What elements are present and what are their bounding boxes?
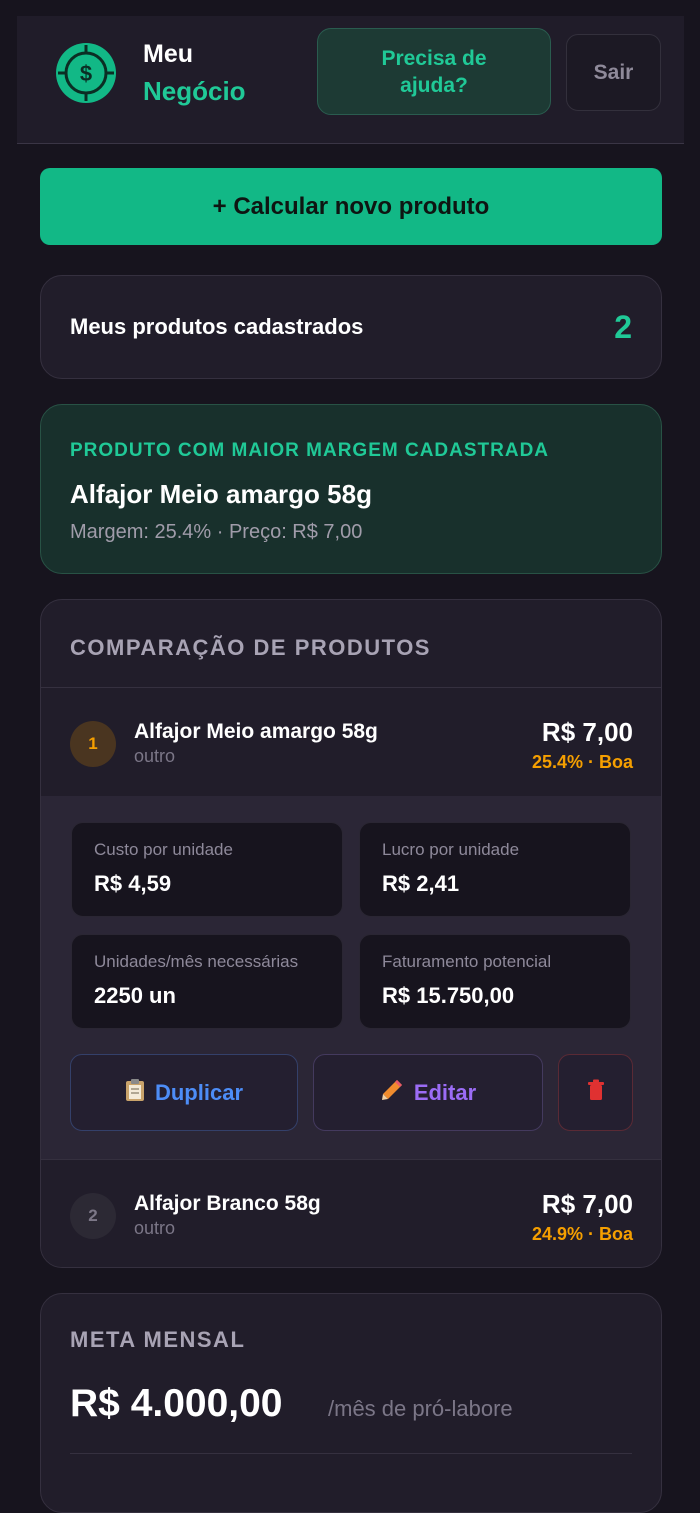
rank-badge: 2 bbox=[70, 1193, 116, 1239]
svg-text:$: $ bbox=[80, 61, 92, 86]
duplicate-label: Duplicar bbox=[154, 1079, 244, 1105]
stat-label: Lucro por unidade bbox=[382, 840, 520, 859]
divider bbox=[70, 1453, 632, 1454]
product-margin: 25.4% · Boa bbox=[531, 752, 633, 772]
brand-name: Meu bbox=[143, 40, 193, 68]
product-category: outro bbox=[134, 746, 176, 766]
product-details-panel: Custo por unidade R$ 4,59 Lucro por unid… bbox=[41, 796, 661, 1159]
stat-cost-per-unit: Custo por unidade R$ 4,59 bbox=[71, 822, 343, 917]
product-category: outro bbox=[134, 1218, 176, 1238]
products-count-label: Meus produtos cadastrados bbox=[70, 314, 364, 339]
best-margin-kicker: PRODUTO COM MAIOR MARGEM CADASTRADA bbox=[70, 440, 550, 461]
monthly-goal-title: META MENSAL bbox=[70, 1327, 246, 1352]
trash-icon bbox=[587, 1079, 605, 1107]
monthly-goal-card: META MENSAL R$ 4.000,00 /mês de pró-labo… bbox=[40, 1293, 662, 1513]
product-name: Alfajor Meio amargo 58g bbox=[134, 720, 378, 743]
app-header: $ Meu Negócio Precisa de ajuda? Sair bbox=[17, 16, 684, 144]
product-row-2[interactable]: 2 Alfajor Branco 58g outro R$ 7,00 24.9%… bbox=[41, 1159, 661, 1267]
stat-label: Unidades/mês necessárias bbox=[94, 952, 299, 971]
stat-label: Faturamento potencial bbox=[382, 952, 552, 971]
stat-units-per-month: Unidades/mês necessárias 2250 un bbox=[71, 934, 343, 1029]
products-count-value: 2 bbox=[614, 309, 632, 345]
stat-potential-revenue: Faturamento potencial R$ 15.750,00 bbox=[359, 934, 631, 1029]
monthly-goal-value: R$ 4.000,00 bbox=[70, 1382, 283, 1425]
product-margin: 24.9% · Boa bbox=[531, 1224, 633, 1244]
product-name: Alfajor Branco 58g bbox=[134, 1192, 321, 1215]
comparison-title: COMPARAÇÃO DE PRODUTOS bbox=[70, 635, 431, 660]
calculate-new-product-button[interactable]: + Calcular novo produto bbox=[40, 168, 662, 245]
help-button[interactable]: Precisa de ajuda? bbox=[317, 28, 551, 115]
best-margin-product-meta: Margem: 25.4% · Preço: R$ 7,00 bbox=[70, 521, 363, 543]
product-price: R$ 7,00 bbox=[541, 1189, 633, 1219]
monthly-goal-suffix: /mês de pró-labore bbox=[328, 1396, 513, 1421]
delete-button[interactable] bbox=[558, 1054, 633, 1131]
stat-value: R$ 4,59 bbox=[94, 871, 172, 896]
rank-badge: 1 bbox=[70, 721, 116, 767]
dollar-logo-icon: $ bbox=[56, 43, 116, 103]
clipboard-icon bbox=[125, 1078, 145, 1108]
edit-button[interactable]: Editar bbox=[313, 1054, 543, 1131]
logout-button[interactable]: Sair bbox=[566, 34, 661, 111]
product-row-1[interactable]: 1 Alfajor Meio amargo 58g outro R$ 7,00 … bbox=[41, 687, 661, 796]
stat-value: 2250 un bbox=[94, 983, 176, 1008]
help-button-label: Precisa de ajuda? bbox=[381, 46, 487, 97]
brand-name-accent: Negócio bbox=[143, 76, 246, 106]
stat-value: R$ 15.750,00 bbox=[382, 983, 515, 1008]
edit-label: Editar bbox=[413, 1079, 477, 1105]
pencil-icon bbox=[380, 1078, 404, 1108]
product-comparison-card: COMPARAÇÃO DE PRODUTOS 1 Alfajor Meio am… bbox=[40, 599, 662, 1268]
products-count-card[interactable]: Meus produtos cadastrados 2 bbox=[40, 275, 662, 379]
stat-value: R$ 2,41 bbox=[382, 871, 460, 896]
best-margin-product-name: Alfajor Meio amargo 58g bbox=[70, 479, 372, 509]
duplicate-button[interactable]: Duplicar bbox=[70, 1054, 298, 1131]
stat-label: Custo por unidade bbox=[94, 840, 233, 859]
product-price: R$ 7,00 bbox=[541, 717, 633, 747]
stat-profit-per-unit: Lucro por unidade R$ 2,41 bbox=[359, 822, 631, 917]
best-margin-card: PRODUTO COM MAIOR MARGEM CADASTRADA Alfa… bbox=[40, 404, 662, 574]
